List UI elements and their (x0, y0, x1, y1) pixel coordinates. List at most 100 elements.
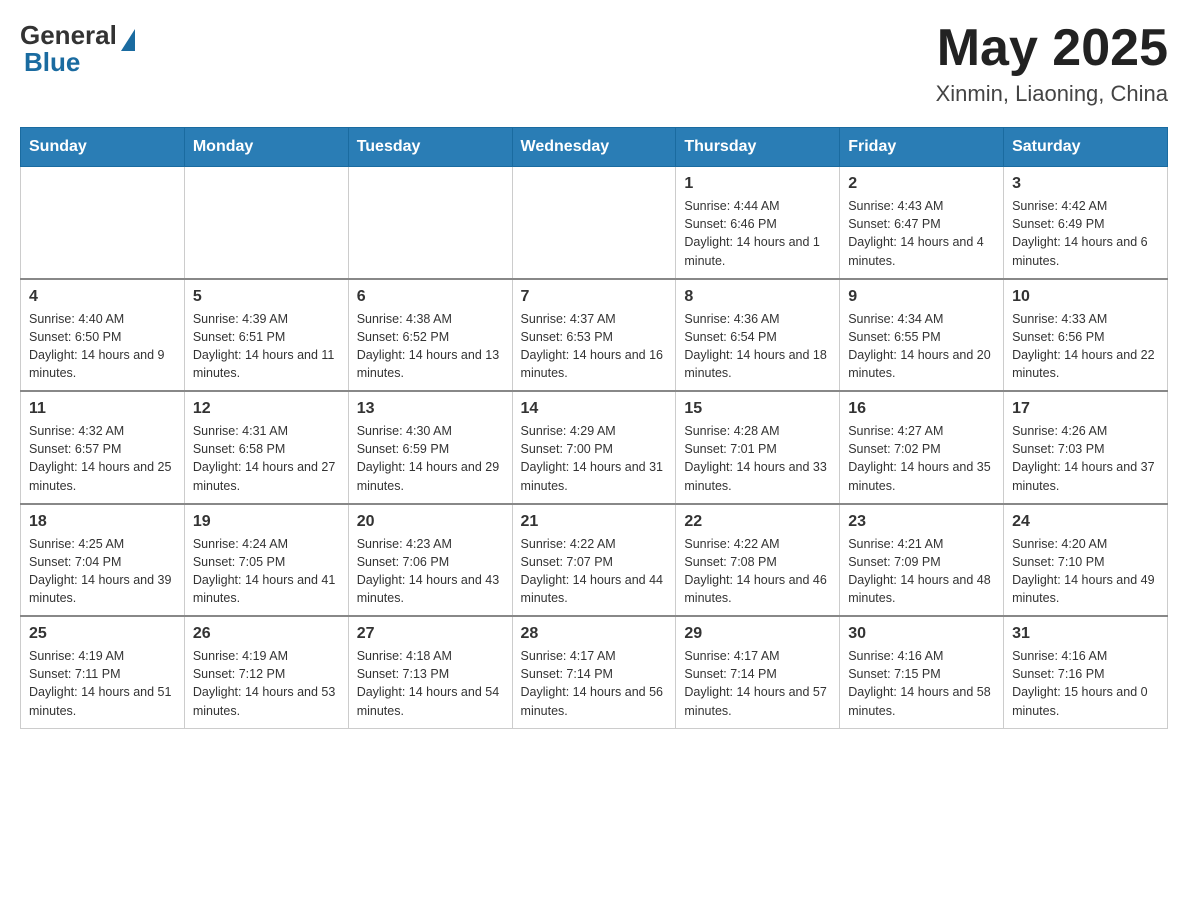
day-number: 13 (357, 400, 504, 418)
day-number: 1 (684, 175, 831, 193)
day-info: Sunrise: 4:25 AM Sunset: 7:04 PM Dayligh… (29, 535, 176, 608)
calendar-day-cell: 15 Sunrise: 4:28 AM Sunset: 7:01 PM Dayli… (676, 391, 840, 504)
calendar-day-cell: 10 Sunrise: 4:33 AM Sunset: 6:56 PM Dayli… (1004, 279, 1168, 392)
day-number: 20 (357, 513, 504, 531)
day-number: 28 (521, 625, 668, 643)
calendar-weekday-header: Wednesday (512, 128, 676, 167)
day-number: 24 (1012, 513, 1159, 531)
calendar-day-cell: 26 Sunrise: 4:19 AM Sunset: 7:12 PM Dayli… (184, 616, 348, 728)
day-info: Sunrise: 4:28 AM Sunset: 7:01 PM Dayligh… (684, 422, 831, 495)
calendar-day-cell: 7 Sunrise: 4:37 AM Sunset: 6:53 PM Daylig… (512, 279, 676, 392)
day-number: 30 (848, 625, 995, 643)
calendar-day-cell: 18 Sunrise: 4:25 AM Sunset: 7:04 PM Dayli… (21, 504, 185, 617)
calendar-day-cell: 20Sunrise: 4:23 AM Sunset: 7:06 PM Dayli… (348, 504, 512, 617)
location-label: Xinmin, Liaoning, China (936, 81, 1168, 107)
day-number: 25 (29, 625, 176, 643)
day-number: 6 (357, 288, 504, 306)
calendar-day-cell: 22 Sunrise: 4:22 AM Sunset: 7:08 PM Dayli… (676, 504, 840, 617)
day-number: 9 (848, 288, 995, 306)
day-info: Sunrise: 4:36 AM Sunset: 6:54 PM Dayligh… (684, 310, 831, 383)
day-number: 5 (193, 288, 340, 306)
title-section: May 2025 Xinmin, Liaoning, China (936, 20, 1168, 107)
calendar-day-cell: 17 Sunrise: 4:26 AM Sunset: 7:03 PM Dayli… (1004, 391, 1168, 504)
day-number: 12 (193, 400, 340, 418)
day-info: Sunrise: 4:30 AM Sunset: 6:59 PM Dayligh… (357, 422, 504, 495)
calendar-weekday-header: Tuesday (348, 128, 512, 167)
day-number: 3 (1012, 175, 1159, 193)
calendar-day-cell: 16 Sunrise: 4:27 AM Sunset: 7:02 PM Dayli… (840, 391, 1004, 504)
calendar-week-row: 1 Sunrise: 4:44 AM Sunset: 6:46 PM Daylig… (21, 167, 1168, 279)
calendar-day-cell: 9 Sunrise: 4:34 AM Sunset: 6:55 PM Daylig… (840, 279, 1004, 392)
day-number: 10 (1012, 288, 1159, 306)
day-number: 2 (848, 175, 995, 193)
calendar-day-cell: 3Sunrise: 4:42 AM Sunset: 6:49 PM Daylig… (1004, 167, 1168, 279)
day-info: Sunrise: 4:38 AM Sunset: 6:52 PM Dayligh… (357, 310, 504, 383)
calendar-day-cell: 1 Sunrise: 4:44 AM Sunset: 6:46 PM Daylig… (676, 167, 840, 279)
day-number: 31 (1012, 625, 1159, 643)
calendar-day-cell: 31 Sunrise: 4:16 AM Sunset: 7:16 PM Dayli… (1004, 616, 1168, 728)
calendar-day-cell (21, 167, 185, 279)
day-info: Sunrise: 4:40 AM Sunset: 6:50 PM Dayligh… (29, 310, 176, 383)
day-info: Sunrise: 4:17 AM Sunset: 7:14 PM Dayligh… (684, 647, 831, 720)
day-number: 17 (1012, 400, 1159, 418)
calendar-week-row: 25 Sunrise: 4:19 AM Sunset: 7:11 PM Dayli… (21, 616, 1168, 728)
calendar-week-row: 11Sunrise: 4:32 AM Sunset: 6:57 PM Dayli… (21, 391, 1168, 504)
day-number: 22 (684, 513, 831, 531)
day-info: Sunrise: 4:44 AM Sunset: 6:46 PM Dayligh… (684, 197, 831, 270)
day-number: 27 (357, 625, 504, 643)
day-info: Sunrise: 4:34 AM Sunset: 6:55 PM Dayligh… (848, 310, 995, 383)
calendar-day-cell: 21Sunrise: 4:22 AM Sunset: 7:07 PM Dayli… (512, 504, 676, 617)
day-number: 15 (684, 400, 831, 418)
calendar-day-cell: 11Sunrise: 4:32 AM Sunset: 6:57 PM Dayli… (21, 391, 185, 504)
day-info: Sunrise: 4:43 AM Sunset: 6:47 PM Dayligh… (848, 197, 995, 270)
day-info: Sunrise: 4:18 AM Sunset: 7:13 PM Dayligh… (357, 647, 504, 720)
day-info: Sunrise: 4:27 AM Sunset: 7:02 PM Dayligh… (848, 422, 995, 495)
day-info: Sunrise: 4:16 AM Sunset: 7:15 PM Dayligh… (848, 647, 995, 720)
day-info: Sunrise: 4:22 AM Sunset: 7:08 PM Dayligh… (684, 535, 831, 608)
calendar-day-cell: 5 Sunrise: 4:39 AM Sunset: 6:51 PM Daylig… (184, 279, 348, 392)
month-title: May 2025 (936, 20, 1168, 77)
day-info: Sunrise: 4:19 AM Sunset: 7:11 PM Dayligh… (29, 647, 176, 720)
calendar-day-cell: 6 Sunrise: 4:38 AM Sunset: 6:52 PM Daylig… (348, 279, 512, 392)
calendar-day-cell: 27 Sunrise: 4:18 AM Sunset: 7:13 PM Dayli… (348, 616, 512, 728)
calendar-day-cell: 8 Sunrise: 4:36 AM Sunset: 6:54 PM Daylig… (676, 279, 840, 392)
day-info: Sunrise: 4:31 AM Sunset: 6:58 PM Dayligh… (193, 422, 340, 495)
day-info: Sunrise: 4:39 AM Sunset: 6:51 PM Dayligh… (193, 310, 340, 383)
day-number: 26 (193, 625, 340, 643)
calendar-day-cell: 4 Sunrise: 4:40 AM Sunset: 6:50 PM Daylig… (21, 279, 185, 392)
calendar-week-row: 18 Sunrise: 4:25 AM Sunset: 7:04 PM Dayli… (21, 504, 1168, 617)
day-info: Sunrise: 4:26 AM Sunset: 7:03 PM Dayligh… (1012, 422, 1159, 495)
calendar-day-cell: 30 Sunrise: 4:16 AM Sunset: 7:15 PM Dayli… (840, 616, 1004, 728)
calendar-day-cell (512, 167, 676, 279)
day-info: Sunrise: 4:29 AM Sunset: 7:00 PM Dayligh… (521, 422, 668, 495)
day-info: Sunrise: 4:33 AM Sunset: 6:56 PM Dayligh… (1012, 310, 1159, 383)
calendar-day-cell: 23 Sunrise: 4:21 AM Sunset: 7:09 PM Dayli… (840, 504, 1004, 617)
day-info: Sunrise: 4:19 AM Sunset: 7:12 PM Dayligh… (193, 647, 340, 720)
day-number: 8 (684, 288, 831, 306)
day-number: 18 (29, 513, 176, 531)
day-info: Sunrise: 4:21 AM Sunset: 7:09 PM Dayligh… (848, 535, 995, 608)
calendar-day-cell: 2 Sunrise: 4:43 AM Sunset: 6:47 PM Daylig… (840, 167, 1004, 279)
day-number: 14 (521, 400, 668, 418)
day-info: Sunrise: 4:22 AM Sunset: 7:07 PM Dayligh… (521, 535, 668, 608)
day-number: 19 (193, 513, 340, 531)
day-number: 7 (521, 288, 668, 306)
logo: General Blue (20, 20, 135, 78)
day-info: Sunrise: 4:37 AM Sunset: 6:53 PM Dayligh… (521, 310, 668, 383)
calendar-header-row: SundayMondayTuesdayWednesdayThursdayFrid… (21, 128, 1168, 167)
day-number: 29 (684, 625, 831, 643)
calendar-day-cell: 12 Sunrise: 4:31 AM Sunset: 6:58 PM Dayli… (184, 391, 348, 504)
day-number: 16 (848, 400, 995, 418)
day-number: 4 (29, 288, 176, 306)
calendar-day-cell: 25 Sunrise: 4:19 AM Sunset: 7:11 PM Dayli… (21, 616, 185, 728)
day-info: Sunrise: 4:20 AM Sunset: 7:10 PM Dayligh… (1012, 535, 1159, 608)
calendar-day-cell: 19 Sunrise: 4:24 AM Sunset: 7:05 PM Dayli… (184, 504, 348, 617)
calendar-weekday-header: Sunday (21, 128, 185, 167)
calendar-weekday-header: Friday (840, 128, 1004, 167)
calendar-table: SundayMondayTuesdayWednesdayThursdayFrid… (20, 127, 1168, 729)
day-info: Sunrise: 4:24 AM Sunset: 7:05 PM Dayligh… (193, 535, 340, 608)
day-number: 23 (848, 513, 995, 531)
calendar-weekday-header: Saturday (1004, 128, 1168, 167)
calendar-day-cell: 28Sunrise: 4:17 AM Sunset: 7:14 PM Dayli… (512, 616, 676, 728)
day-info: Sunrise: 4:16 AM Sunset: 7:16 PM Dayligh… (1012, 647, 1159, 720)
